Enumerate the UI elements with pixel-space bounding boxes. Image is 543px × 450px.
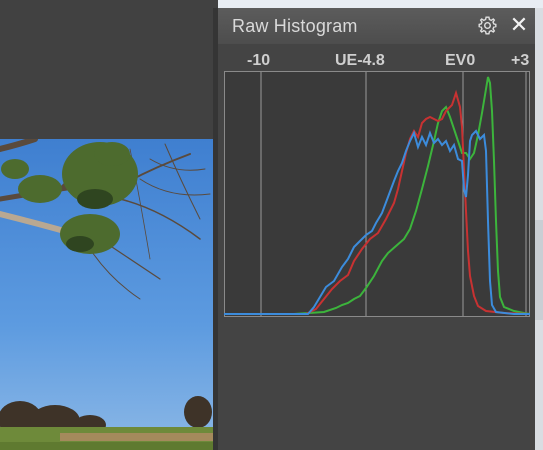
axis-label-ue: UE-4.8 [335,52,385,69]
panel-header[interactable]: Raw Histogram ✕ [218,8,535,44]
edge-notch [535,220,543,320]
raw-histogram-panel: Raw Histogram ✕ -10 UE-4.8 EV0 +3 [218,8,535,450]
axis-label-plus3: +3 [511,52,530,69]
panel-title: Raw Histogram [232,16,358,36]
axis-label-minus10: -10 [247,52,271,69]
photo-preview[interactable] [0,139,213,450]
image-viewer[interactable] [0,0,218,450]
axis-label-ev0: EV0 [445,52,476,69]
landscape-photo [0,139,213,450]
window-right-edge [535,8,543,450]
close-icon[interactable]: ✕ [509,13,529,37]
gear-icon[interactable] [477,15,498,36]
histogram-plot[interactable] [224,71,530,317]
